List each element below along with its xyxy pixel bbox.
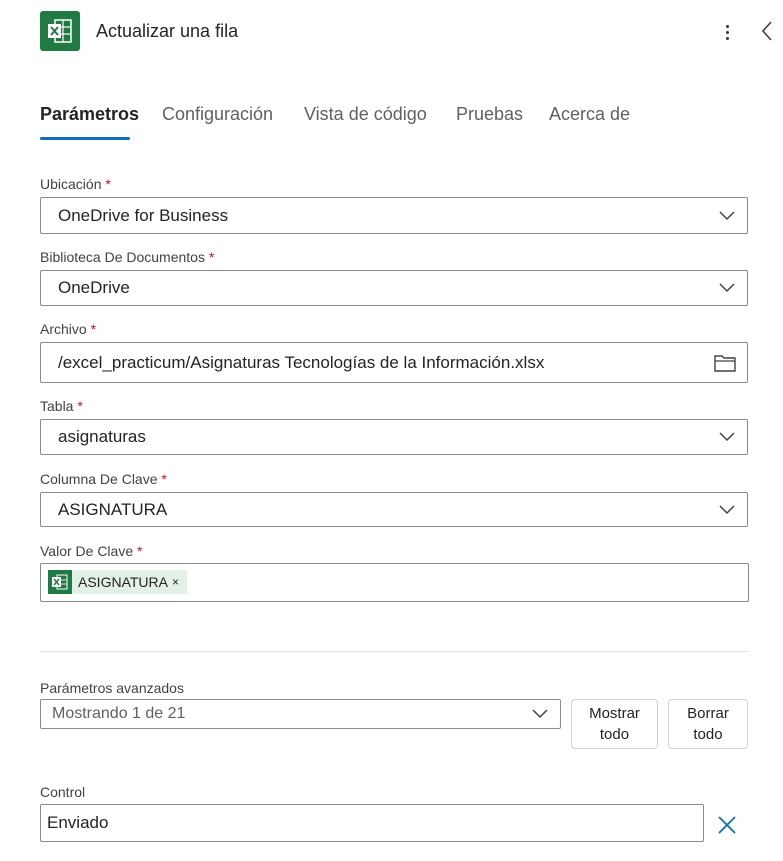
excel-icon <box>40 11 80 51</box>
archivo-label: Archivo * <box>40 321 97 337</box>
advanced-parameters-value: Mostrando 1 de 21 <box>52 705 186 722</box>
dynamic-content-token[interactable]: ASIGNATURA × <box>48 570 187 594</box>
advanced-parameters-label: Parámetros avanzados <box>40 680 184 696</box>
tab-pruebas[interactable]: Pruebas <box>456 104 523 125</box>
advanced-parameters-dropdown[interactable]: Mostrando 1 de 21 <box>40 699 561 729</box>
archivo-value: /excel_practicum/Asignaturas Tecnologías… <box>58 352 545 372</box>
ubicacion-dropdown[interactable]: OneDrive for Business <box>40 197 748 234</box>
columna-value: ASIGNATURA <box>58 499 168 519</box>
valor-label: Valor De Clave * <box>40 543 143 559</box>
folder-icon[interactable] <box>713 353 737 373</box>
chevron-left-icon[interactable] <box>757 18 777 44</box>
close-icon[interactable] <box>716 814 738 836</box>
control-input[interactable]: Enviado <box>40 804 704 842</box>
token-remove-icon[interactable]: × <box>172 575 179 589</box>
columna-label: Columna De Clave * <box>40 471 167 487</box>
chevron-down-icon <box>719 210 735 220</box>
tabla-label: Tabla * <box>40 398 83 414</box>
divider <box>40 651 748 652</box>
archivo-input[interactable]: /excel_practicum/Asignaturas Tecnologías… <box>40 342 748 383</box>
tab-vista-de-codigo[interactable]: Vista de código <box>304 104 427 125</box>
tabla-value: asignaturas <box>58 427 146 446</box>
chevron-down-icon <box>532 709 548 719</box>
token-label: ASIGNATURA <box>78 574 168 590</box>
excel-icon <box>48 570 72 594</box>
ubicacion-value: OneDrive for Business <box>58 205 229 225</box>
control-value: Enviado <box>47 813 109 832</box>
control-label: Control <box>40 784 86 800</box>
clear-all-button[interactable]: Borrar todo <box>668 699 748 749</box>
tab-parametros[interactable]: Parámetros <box>40 104 139 125</box>
more-vertical-icon[interactable] <box>719 18 735 46</box>
tabla-dropdown[interactable]: asignaturas <box>40 419 748 455</box>
chevron-down-icon <box>719 283 735 293</box>
columna-dropdown[interactable]: ASIGNATURA <box>40 492 748 527</box>
tab-acerca-de[interactable]: Acerca de <box>549 104 630 125</box>
page-title: Actualizar una fila <box>96 21 239 41</box>
active-tab-indicator <box>40 137 130 140</box>
chevron-down-icon <box>719 504 735 514</box>
chevron-down-icon <box>719 432 735 442</box>
show-all-button[interactable]: Mostrar todo <box>571 699 658 749</box>
biblioteca-dropdown[interactable]: OneDrive <box>40 270 748 306</box>
ubicacion-label: Ubicación * <box>40 176 111 192</box>
biblioteca-label: Biblioteca De Documentos * <box>40 249 215 265</box>
tab-configuracion[interactable]: Configuración <box>162 104 273 125</box>
biblioteca-value: OneDrive <box>58 278 130 297</box>
